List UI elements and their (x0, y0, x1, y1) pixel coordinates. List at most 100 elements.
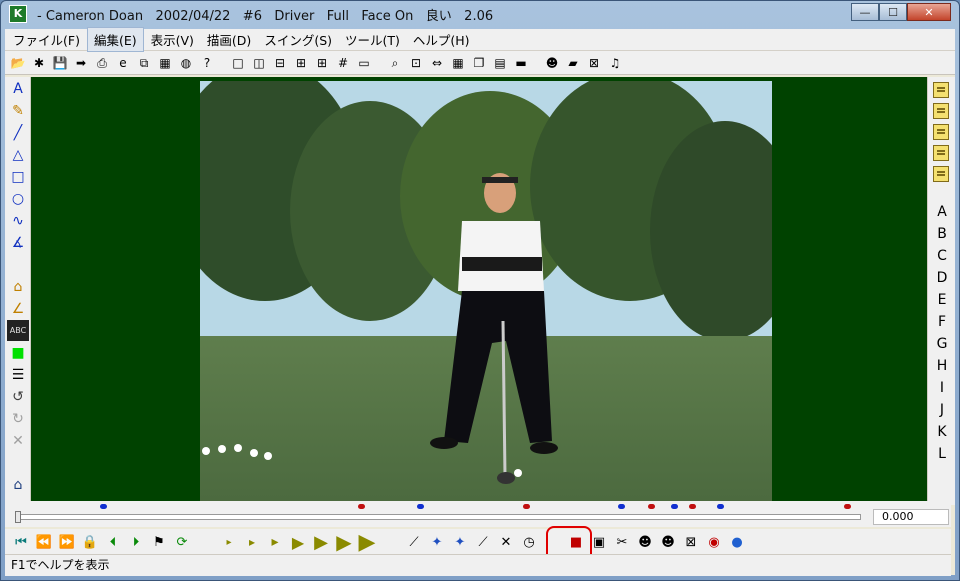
next-fast-icon[interactable]: ⏩ (57, 532, 77, 552)
text-icon[interactable]: A (7, 78, 29, 99)
timeline-marker[interactable] (522, 504, 530, 509)
title-bar[interactable]: K - Cameron Doan 2002/04/22 #6 Driver Fu… (1, 1, 959, 27)
first-frame-icon[interactable]: ⏮ (11, 532, 31, 552)
play-speed-3-icon[interactable]: ▸ (265, 532, 285, 552)
play-speed-6-icon[interactable]: ▶ (334, 530, 354, 554)
position-letter-l[interactable]: L (928, 443, 956, 465)
play-speed-7-icon[interactable]: ▶ (357, 530, 377, 555)
play-speed-2-icon[interactable]: ▸ (242, 532, 262, 552)
draw-tool-2-icon[interactable]: ✦ (427, 532, 447, 552)
fit-icon[interactable]: ⊡ (407, 54, 425, 72)
building-icon[interactable]: ⌂ (7, 474, 29, 495)
frame-slider-thumb[interactable] (15, 511, 21, 523)
monitor-icon[interactable]: ▭ (355, 54, 373, 72)
draw-tool-1-icon[interactable]: ⟋ (404, 532, 424, 552)
stack-icon[interactable]: ▤ (491, 54, 509, 72)
marker-icon[interactable]: ⚑ (149, 532, 169, 552)
position-letter-a[interactable]: A (928, 201, 956, 223)
curve-icon[interactable]: ∿ (7, 210, 29, 231)
doc-1-icon[interactable] (933, 82, 949, 98)
timeline-marker[interactable] (717, 504, 725, 509)
undo-icon[interactable]: ↺ (7, 386, 29, 407)
film-strip-icon[interactable]: ▬ (512, 54, 530, 72)
person-overlay-icon[interactable]: ☻ (658, 532, 678, 552)
maximize-button[interactable]: ☐ (879, 3, 907, 21)
film-icon[interactable]: ▦ (156, 54, 174, 72)
layout-split-horizontal-icon[interactable]: ⊟ (271, 54, 289, 72)
menu-item-1[interactable]: 編集(E) (86, 27, 144, 52)
angle-icon[interactable]: ∡ (7, 232, 29, 253)
menu-item-3[interactable]: 描画(D) (201, 28, 257, 51)
book-icon[interactable]: ▰ (564, 54, 582, 72)
timeline-marker[interactable] (689, 504, 697, 509)
draw-tool-5-icon[interactable]: ✕ (496, 532, 516, 552)
layout-single-icon[interactable]: □ (229, 54, 247, 72)
layout-split-vertical-icon[interactable]: ◫ (250, 54, 268, 72)
rectangle-icon[interactable]: □ (7, 166, 29, 187)
x-frame-icon[interactable]: ⊠ (681, 532, 701, 552)
draw-tool-3-icon[interactable]: ✦ (450, 532, 470, 552)
minimize-button[interactable]: — (851, 3, 879, 21)
menu-item-4[interactable]: スイング(S) (258, 28, 338, 51)
window-icon[interactable]: ❐ (470, 54, 488, 72)
color-swatch-icon[interactable]: ■ (7, 342, 29, 363)
position-letter-f[interactable]: F (928, 311, 956, 333)
timeline-marker[interactable] (357, 504, 365, 509)
redo-icon[interactable]: ↻ (7, 408, 29, 429)
zoom-icon[interactable]: ⌕ (386, 54, 404, 72)
pencil-icon[interactable]: ✎ (7, 100, 29, 121)
lock-icon[interactable]: 🔒 (80, 532, 100, 552)
play-circle-icon[interactable]: ◉ (704, 532, 724, 552)
frame-slider[interactable] (15, 514, 861, 520)
angle-tool-icon[interactable]: ∠ (7, 298, 29, 319)
draw-tool-4-icon[interactable]: ⟋ (473, 532, 493, 552)
new-icon[interactable]: ✱ (30, 54, 48, 72)
abc-label-icon[interactable]: ABC (7, 320, 29, 341)
triangle-icon[interactable]: △ (7, 144, 29, 165)
close-button[interactable]: ✕ (907, 3, 951, 21)
line-width-icon[interactable]: ☰ (7, 364, 29, 385)
ball-icon[interactable]: ◍ (177, 54, 195, 72)
position-letter-b[interactable]: B (928, 223, 956, 245)
prev-fast-icon[interactable]: ⏪ (34, 532, 54, 552)
timeline-marker[interactable] (618, 504, 626, 509)
prev-key-icon[interactable]: ⏴ (103, 532, 123, 552)
menu-item-0[interactable]: ファイル(F) (7, 28, 86, 51)
timeline-marker[interactable] (844, 504, 852, 509)
position-letter-e[interactable]: E (928, 289, 956, 311)
play-speed-1-icon[interactable]: ▸ (219, 532, 239, 552)
timeline-marker[interactable] (670, 504, 678, 509)
split-arrows-icon[interactable]: ⇔ (428, 54, 446, 72)
person-compare-icon[interactable]: ☻ (635, 532, 655, 552)
position-letter-h[interactable]: H (928, 355, 956, 377)
clock-icon[interactable]: ◷ (519, 532, 539, 552)
layout-three-icon[interactable]: ⊞ (292, 54, 310, 72)
next-key-icon[interactable]: ⏵ (126, 532, 146, 552)
position-letter-g[interactable]: G (928, 333, 956, 355)
arrow-icon[interactable]: ➡ (72, 54, 90, 72)
person-icon[interactable]: ☻ (543, 54, 561, 72)
excel-icon[interactable]: ⊠ (585, 54, 603, 72)
app-icon[interactable]: K (9, 5, 27, 23)
swing-video-frame[interactable] (200, 81, 772, 501)
doc-5-icon[interactable] (933, 166, 949, 182)
menu-item-5[interactable]: ツール(T) (339, 28, 406, 51)
line-icon[interactable]: ╱ (7, 122, 29, 143)
ie-icon[interactable]: e (114, 54, 132, 72)
grid-icon[interactable]: ▦ (449, 54, 467, 72)
delete-icon[interactable]: ✕ (7, 430, 29, 451)
timeline-marker[interactable] (647, 504, 655, 509)
movie-icon[interactable]: ▣ (589, 532, 609, 552)
play-speed-4-icon[interactable]: ▶ (288, 532, 308, 552)
timeline-marker[interactable] (416, 504, 424, 509)
save-icon[interactable]: 💾 (51, 54, 69, 72)
position-letter-k[interactable]: K (928, 421, 956, 443)
layout-grid-icon[interactable]: # (334, 54, 352, 72)
scissors-icon[interactable]: ✂ (612, 532, 632, 552)
copy-icon[interactable]: ⧉ (135, 54, 153, 72)
doc-3-icon[interactable] (933, 124, 949, 140)
position-letter-i[interactable]: I (928, 377, 956, 399)
shape-icon[interactable]: ⌂ (7, 276, 29, 297)
music-icon[interactable]: ♫ (606, 54, 624, 72)
open-icon[interactable]: 📂 (9, 54, 27, 72)
